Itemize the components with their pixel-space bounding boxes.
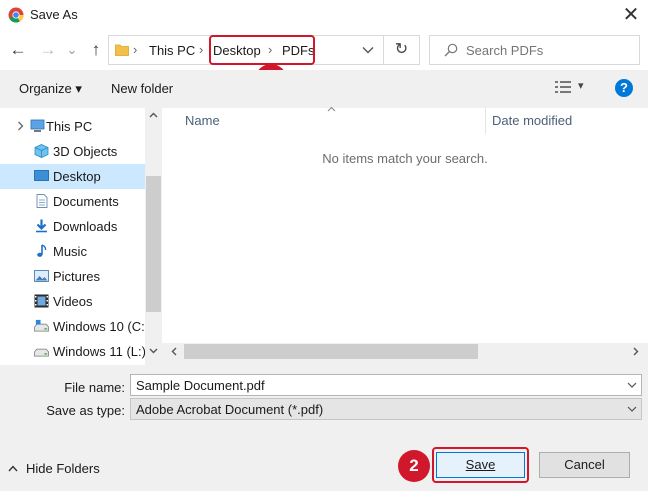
search-box[interactable] [429, 35, 640, 65]
new-folder-button[interactable]: New folder [111, 81, 173, 96]
forward-arrow-icon[interactable]: → [38, 40, 58, 60]
address-dropdown-chevron-icon[interactable] [362, 46, 374, 54]
sidebar-item-label: This PC [46, 119, 93, 134]
3d-objects-icon [34, 144, 49, 158]
documents-icon [36, 194, 48, 208]
sort-up-chevron-icon [327, 106, 336, 112]
filetype-value: Adobe Acrobat Document (*.pdf) [136, 402, 324, 417]
sidebar-item-videos[interactable]: Videos [0, 289, 147, 314]
empty-message: No items match your search. [322, 151, 488, 166]
file-list-scrollbar[interactable] [162, 343, 648, 360]
scroll-left-icon[interactable] [171, 347, 177, 356]
scroll-down-icon[interactable] [149, 348, 158, 354]
chrome-icon [8, 7, 24, 23]
view-options-icon[interactable] [555, 80, 571, 94]
command-bar [0, 70, 648, 109]
sidebar-item-label: Music [53, 244, 87, 259]
refresh-icon[interactable]: ↻ [384, 35, 420, 65]
sidebar-item-desktop[interactable]: Desktop [0, 164, 147, 189]
organize-menu-button[interactable]: Organize ▾ [19, 81, 82, 97]
drive-icon [34, 319, 49, 332]
window-title: Save As [30, 7, 78, 22]
navigation-pane-scrollbar[interactable] [145, 108, 162, 365]
cancel-button[interactable]: Cancel [539, 452, 630, 478]
sidebar-item-label: Desktop [53, 169, 101, 184]
save-button[interactable]: Save [436, 452, 525, 478]
hide-folders-toggle[interactable]: Hide Folders [8, 461, 100, 476]
breadcrumb-separator: › [133, 42, 138, 57]
sidebar-item-label: Windows 10 (C:) [53, 319, 147, 334]
address-callout-box [209, 35, 315, 65]
sidebar-item-pictures[interactable]: Pictures [0, 264, 147, 289]
sidebar-item-windows-11[interactable]: Windows 11 (L:) [0, 339, 147, 364]
breadcrumb-this-pc[interactable]: This PC [149, 43, 195, 58]
view-dropdown-chevron-icon[interactable]: ▾ [578, 79, 584, 92]
music-icon [37, 244, 47, 257]
scrollbar-thumb[interactable] [146, 176, 161, 312]
close-icon[interactable]: ✕ [619, 3, 643, 27]
downloads-icon [36, 219, 47, 233]
back-arrow-icon[interactable]: ← [8, 40, 28, 60]
sidebar-item-label: Downloads [53, 219, 118, 234]
chevron-down-icon[interactable] [627, 406, 637, 412]
sidebar-item-documents[interactable]: Documents [0, 189, 147, 214]
column-divider[interactable] [485, 108, 486, 134]
sidebar-item-label: Windows 11 (L:) [53, 344, 146, 359]
column-header-date-modified[interactable]: Date modified [492, 113, 572, 128]
search-icon [444, 43, 458, 57]
sidebar-item-label: Documents [53, 194, 119, 209]
sidebar-item-label: Pictures [53, 269, 100, 284]
breadcrumb-separator: › [199, 42, 204, 57]
scroll-right-icon[interactable] [633, 347, 639, 356]
filetype-select[interactable]: Adobe Acrobat Document (*.pdf) [130, 398, 642, 420]
navigation-pane: This PC 3D Objects Desktop Documents Dow… [0, 108, 147, 365]
scrollbar-thumb[interactable] [184, 344, 478, 359]
sidebar-item-label: Videos [53, 294, 93, 309]
desktop-icon [34, 170, 49, 181]
sidebar-item-downloads[interactable]: Downloads [0, 214, 147, 239]
filetype-label: Save as type: [46, 403, 125, 418]
chevron-up-icon [8, 465, 18, 472]
filename-label: File name: [64, 380, 125, 395]
file-list[interactable]: Name Date modified No items match your s… [162, 106, 648, 343]
sidebar-item-music[interactable]: Music [0, 239, 147, 264]
chevron-down-icon[interactable] [627, 382, 637, 388]
title-bar [0, 0, 648, 32]
column-header-name[interactable]: Name [185, 113, 220, 128]
sidebar-item-windows-10[interactable]: Windows 10 (C:) [0, 314, 147, 339]
sidebar-item-this-pc[interactable]: This PC [0, 114, 147, 139]
folder-icon [115, 44, 129, 56]
recent-locations-chevron-icon[interactable]: ⌄ [62, 40, 82, 60]
drive-icon [34, 348, 49, 357]
callout-badge-2: 2 [398, 450, 430, 482]
sidebar-item-3d-objects[interactable]: 3D Objects [0, 139, 147, 164]
filename-input[interactable] [136, 377, 616, 393]
search-input[interactable] [466, 41, 631, 59]
videos-icon [34, 294, 49, 308]
hide-folders-label: Hide Folders [26, 461, 100, 476]
scroll-up-icon[interactable] [149, 112, 158, 118]
filename-field[interactable] [130, 374, 642, 396]
help-icon[interactable]: ? [615, 79, 633, 97]
up-arrow-icon[interactable]: ↑ [86, 40, 106, 60]
pictures-icon [34, 270, 49, 282]
sidebar-item-label: 3D Objects [53, 144, 118, 159]
this-pc-icon [30, 119, 45, 132]
save-label: Save [465, 457, 496, 472]
